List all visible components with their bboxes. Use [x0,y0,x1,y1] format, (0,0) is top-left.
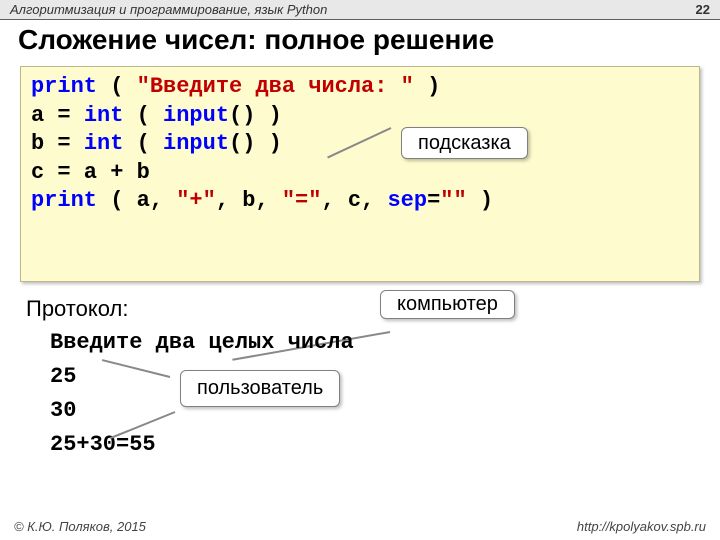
protocol-label: Протокол: [26,296,700,322]
footer: © К.Ю. Поляков, 2015 http://kpolyakov.sp… [0,519,720,534]
copyright: © К.Ю. Поляков, 2015 [14,519,146,534]
page-number: 22 [696,2,710,17]
footer-url: http://kpolyakov.spb.ru [577,519,706,534]
slide-title: Сложение чисел: полное решение [0,20,720,62]
header-band: Алгоритмизация и программирование, язык … [0,0,720,19]
kw-print: print [31,74,97,99]
protocol-line2: 25 [50,360,700,394]
protocol-output: Введите два целых числа 25 30 25+30=55 п… [50,326,700,462]
protocol-line1: Введите два целых числа [50,326,700,360]
computer-label: компьютер [380,290,515,319]
protocol-section: компьютер Протокол: Введите два целых чи… [20,296,700,462]
code-block: print ( "Введите два числа: " ) a = int … [20,66,700,282]
hint-pointer [327,127,391,158]
course-title: Алгоритмизация и программирование, язык … [10,2,327,17]
protocol-line4: 25+30=55 [50,428,700,462]
hint-label: подсказка [401,127,528,159]
user-label: пользователь [180,370,340,407]
